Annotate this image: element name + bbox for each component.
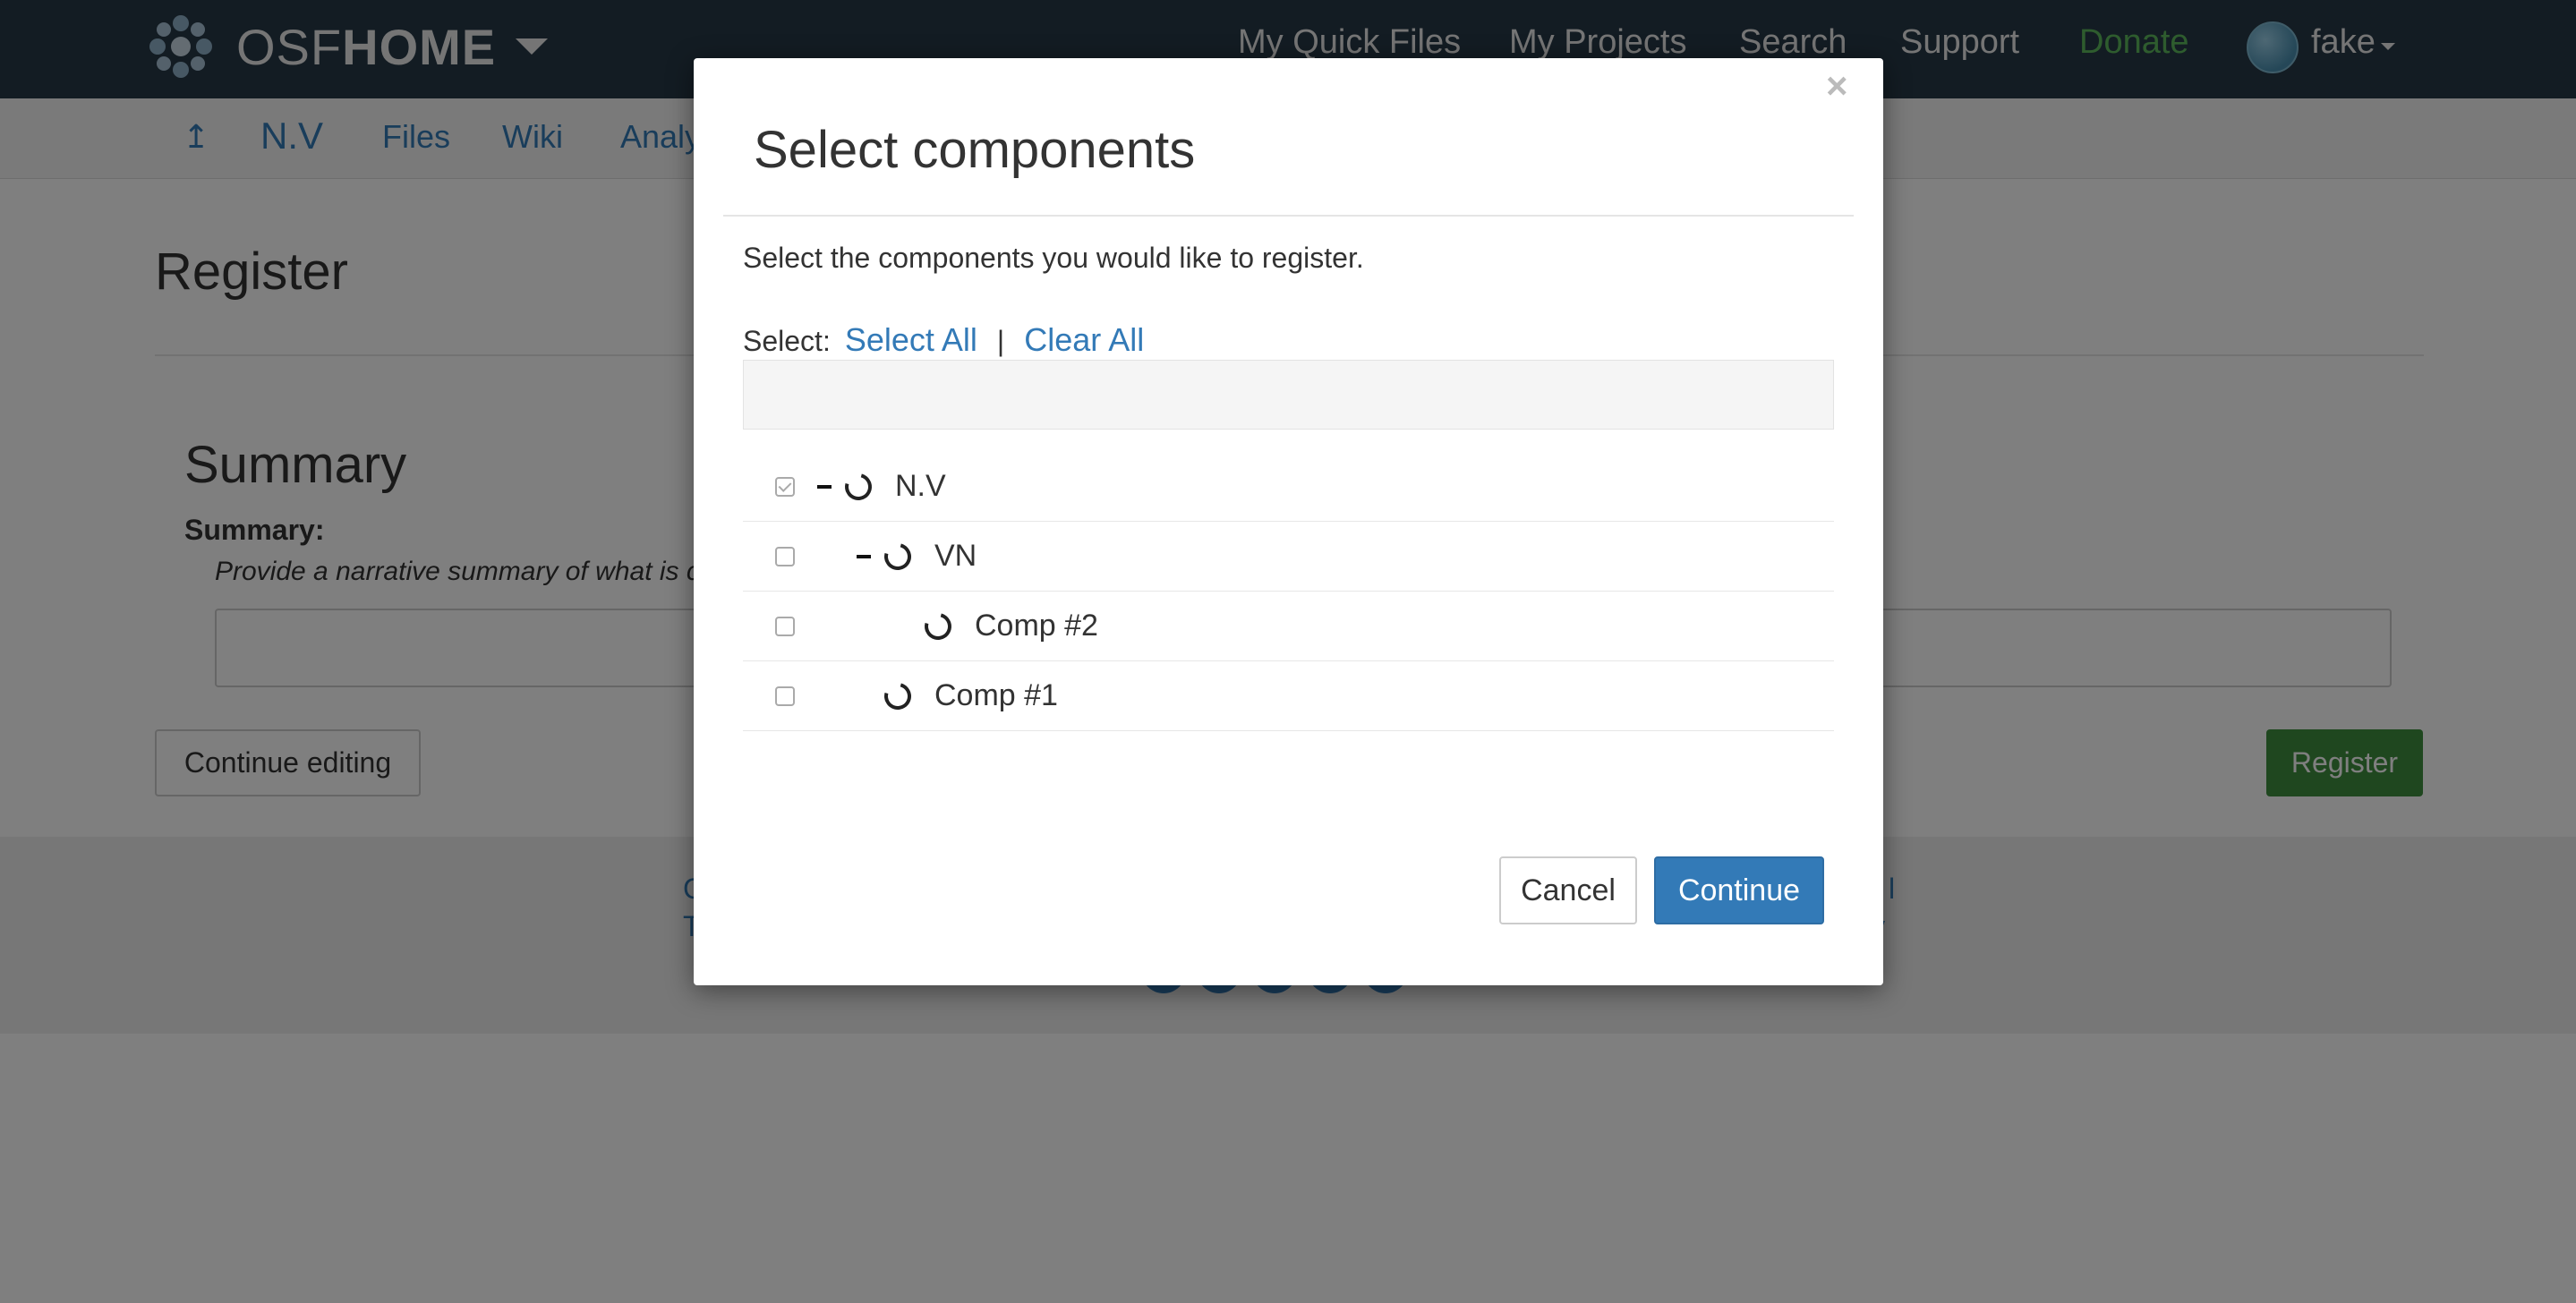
tree-row: VN xyxy=(743,522,1834,592)
component-checkbox[interactable] xyxy=(775,686,795,706)
component-status-icon xyxy=(879,677,917,715)
continue-button[interactable]: Continue xyxy=(1654,856,1824,924)
tree-filter-bar xyxy=(743,360,1834,430)
tree-item-label: Comp #2 xyxy=(975,609,1098,643)
tree-item-label: Comp #1 xyxy=(934,678,1058,712)
tree-row: Comp #1 xyxy=(743,661,1834,731)
component-checkbox[interactable] xyxy=(775,547,795,566)
component-checkbox[interactable] xyxy=(775,477,795,497)
select-all-link[interactable]: Select All xyxy=(845,321,977,359)
component-checkbox[interactable] xyxy=(775,617,795,636)
collapse-icon[interactable] xyxy=(817,485,832,489)
cancel-button[interactable]: Cancel xyxy=(1499,856,1637,924)
select-label: Select: xyxy=(743,325,831,357)
component-status-icon xyxy=(879,538,917,575)
collapse-icon[interactable] xyxy=(857,555,871,558)
tree-item-label: N.V xyxy=(895,469,946,503)
tree-row: N.V xyxy=(743,452,1834,522)
modal-title: Select components xyxy=(754,121,1196,179)
close-icon[interactable]: × xyxy=(1826,64,1848,107)
separator: | xyxy=(996,325,1005,357)
tree-item-label: VN xyxy=(934,539,977,573)
component-status-icon xyxy=(919,608,957,645)
clear-all-link[interactable]: Clear All xyxy=(1024,321,1144,359)
project-status-icon xyxy=(840,468,877,506)
divider xyxy=(723,215,1854,217)
modal-description: Select the components you would like to … xyxy=(743,242,1364,274)
tree-row: Comp #2 xyxy=(743,592,1834,661)
select-controls: Select: Select All | Clear All xyxy=(743,321,1144,359)
